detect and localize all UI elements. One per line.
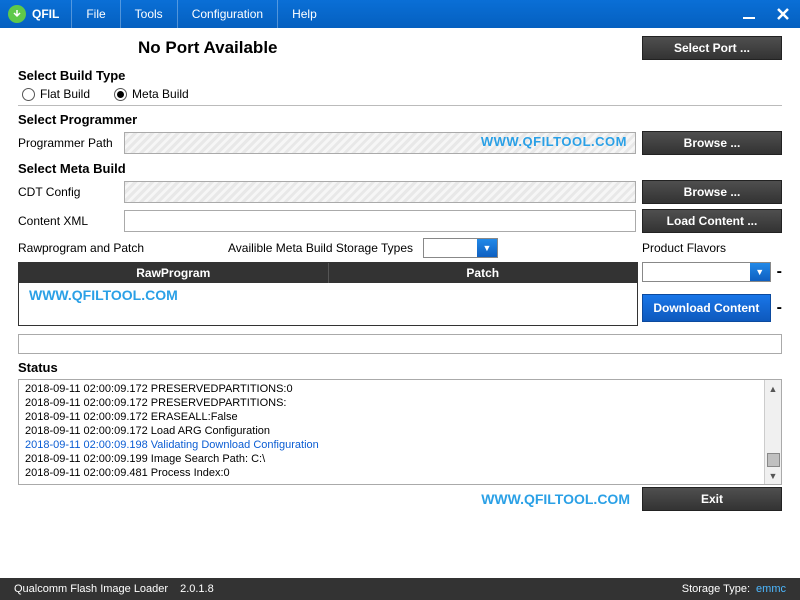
status-line: 2018-09-11 02:00:09.172 PRESERVEDPARTITI… <box>25 396 758 410</box>
product-flavor-select[interactable]: ▼ <box>642 262 771 282</box>
programmer-browse-button[interactable]: Browse ... <box>642 131 782 155</box>
status-line: 2018-09-11 02:00:09.172 Load ARG Configu… <box>25 424 758 438</box>
programmer-path-input[interactable]: WWW.QFILTOOL.COM <box>124 132 636 154</box>
programmer-title: Select Programmer <box>18 112 782 127</box>
flat-build-label: Flat Build <box>40 87 90 101</box>
status-log: 2018-09-11 02:00:09.172 PRESERVEDPARTITI… <box>18 379 782 485</box>
minimize-button[interactable] <box>732 0 766 28</box>
port-status-title: No Port Available <box>18 38 642 58</box>
avail-storage-label: Availible Meta Build Storage Types <box>228 241 413 255</box>
storage-type-value: emmc <box>756 583 786 595</box>
menu-configuration[interactable]: Configuration <box>177 0 277 28</box>
menu-file[interactable]: File <box>71 0 119 28</box>
dash-icon: - <box>775 263 782 281</box>
patch-column[interactable]: Patch <box>329 263 638 283</box>
watermark-text: WWW.QFILTOOL.COM <box>481 134 627 149</box>
storage-type-label: Storage Type: <box>682 583 750 595</box>
menu-help[interactable]: Help <box>277 0 331 28</box>
product-flavors-label: Product Flavors <box>642 241 782 255</box>
separator-box <box>18 334 782 354</box>
radio-icon <box>22 88 35 101</box>
radio-icon <box>114 88 127 101</box>
flat-build-radio[interactable]: Flat Build <box>22 87 90 101</box>
scroll-up-icon[interactable]: ▲ <box>765 380 781 397</box>
exit-button[interactable]: Exit <box>642 487 782 511</box>
version-text: 2.0.1.8 <box>180 583 214 595</box>
status-line: 2018-09-11 02:00:09.198 Validating Downl… <box>25 438 758 452</box>
cdt-config-label: CDT Config <box>18 185 118 199</box>
meta-build-label: Meta Build <box>132 87 189 101</box>
cdt-browse-button[interactable]: Browse ... <box>642 180 782 204</box>
select-port-button[interactable]: Select Port ... <box>642 36 782 60</box>
rawprogram-table: RawProgram Patch WWW.QFILTOOL.COM <box>18 262 638 326</box>
rawprogram-column[interactable]: RawProgram <box>19 263 329 283</box>
product-name: Qualcomm Flash Image Loader <box>14 583 168 595</box>
chevron-down-icon: ▼ <box>477 239 497 257</box>
status-title: Status <box>18 360 782 375</box>
dash-icon: - <box>775 299 782 317</box>
storage-type-select[interactable]: ▼ <box>423 238 498 258</box>
status-line: 2018-09-11 02:00:09.481 Process Index:0 <box>25 466 758 480</box>
meta-build-title: Select Meta Build <box>18 161 782 176</box>
content-xml-label: Content XML <box>18 214 118 228</box>
table-row[interactable]: WWW.QFILTOOL.COM <box>19 283 637 307</box>
menu-tools[interactable]: Tools <box>120 0 177 28</box>
status-line: 2018-09-11 02:00:09.172 PRESERVEDPARTITI… <box>25 382 758 396</box>
table-cell: WWW.QFILTOOL.COM <box>19 283 328 307</box>
watermark-text: WWW.QFILTOOL.COM <box>18 491 642 507</box>
statusbar: Qualcomm Flash Image Loader 2.0.1.8 Stor… <box>0 578 800 600</box>
cdt-config-input[interactable] <box>124 181 636 203</box>
meta-build-radio[interactable]: Meta Build <box>114 87 189 101</box>
scroll-down-icon[interactable]: ▼ <box>765 467 781 484</box>
load-content-button[interactable]: Load Content ... <box>642 209 782 233</box>
status-line: 2018-09-11 02:00:09.172 ERASEALL:False <box>25 410 758 424</box>
close-button[interactable] <box>766 0 800 28</box>
rawprogram-label: Rawprogram and Patch <box>18 241 148 255</box>
download-content-button[interactable]: Download Content <box>642 294 771 322</box>
programmer-path-label: Programmer Path <box>18 136 118 150</box>
build-type-title: Select Build Type <box>18 68 782 83</box>
titlebar: QFIL File Tools Configuration Help <box>0 0 800 28</box>
app-title: QFIL <box>32 7 71 21</box>
chevron-down-icon: ▼ <box>750 263 770 281</box>
scrollbar[interactable]: ▲ ▼ <box>764 380 781 484</box>
app-icon <box>8 5 26 23</box>
content-xml-input[interactable] <box>124 210 636 232</box>
status-line: 2018-09-11 02:00:09.199 Image Search Pat… <box>25 452 758 466</box>
scroll-thumb[interactable] <box>767 453 780 467</box>
